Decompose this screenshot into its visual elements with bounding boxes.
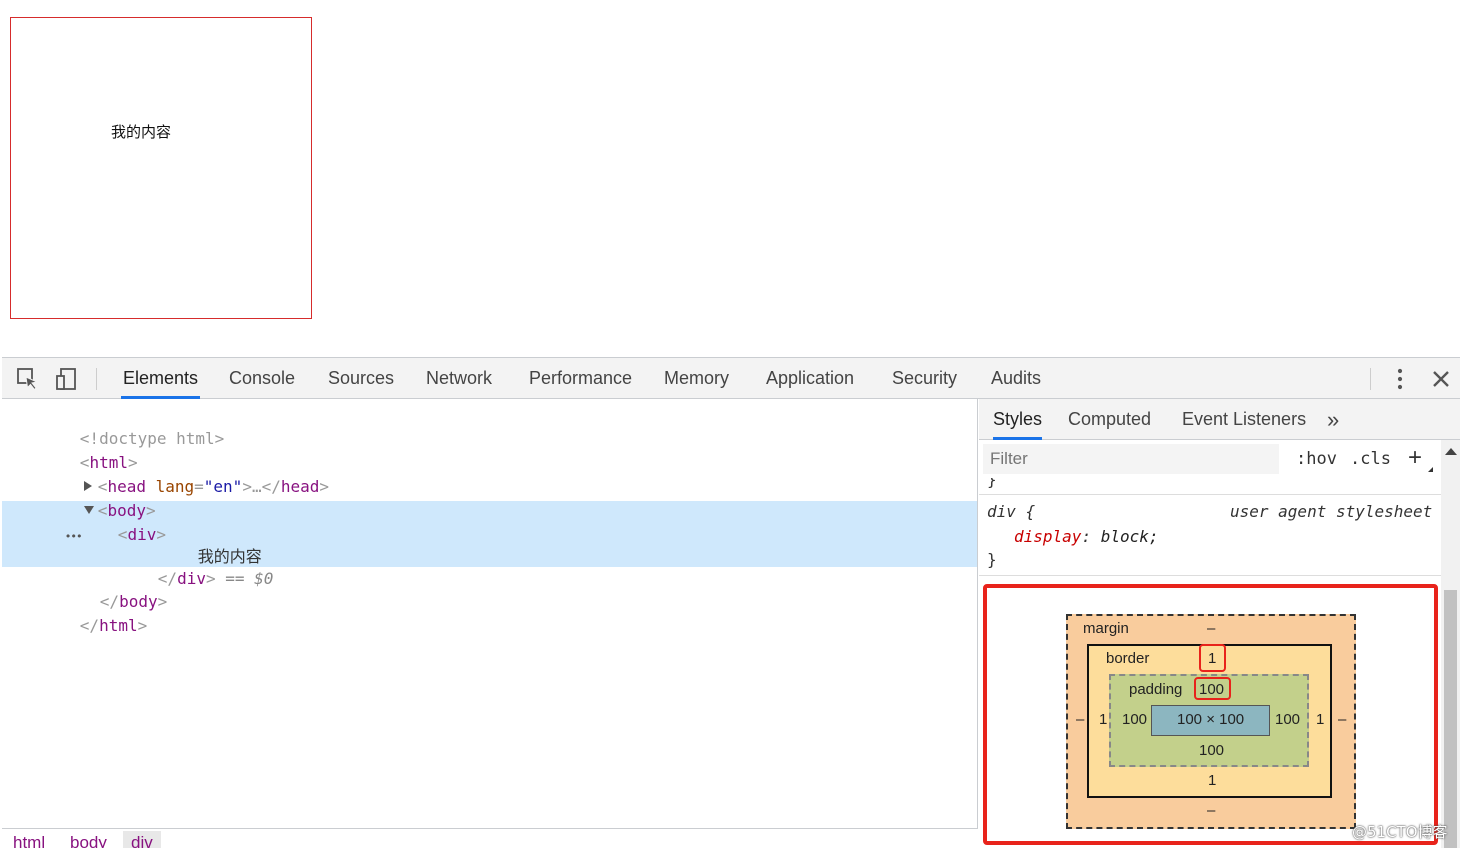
prev-rule-brace: }: [987, 478, 997, 489]
tab-audits[interactable]: Audits: [989, 358, 1043, 399]
close-icon[interactable]: [1428, 366, 1454, 392]
property-name[interactable]: display: [1014, 527, 1081, 546]
tab-security[interactable]: Security: [890, 358, 959, 399]
content-box: 我的内容: [10, 17, 312, 319]
head-attr-name: lang: [155, 477, 195, 496]
styles-scrollbar[interactable]: [1441, 440, 1460, 848]
scroll-up-arrow-icon[interactable]: [1445, 448, 1457, 455]
dom-doctype[interactable]: <!doctype html>: [22, 403, 225, 448]
devtools-window: Elements Console Sources Network Perform…: [2, 357, 1460, 848]
filter-input[interactable]: [983, 444, 1279, 474]
border-label: border: [1106, 650, 1150, 667]
tab-elements[interactable]: Elements: [121, 358, 201, 399]
head-close-tag: head: [280, 477, 320, 496]
border-left-value[interactable]: 1: [1099, 711, 1107, 728]
rule-source: user agent stylesheet: [1230, 502, 1433, 521]
tab-sources[interactable]: Sources: [326, 358, 396, 399]
border-top-value[interactable]: 1: [1208, 650, 1216, 667]
rule-declaration[interactable]: display: block;: [1014, 527, 1159, 546]
style-rule: } div { user agent stylesheet display: b…: [979, 478, 1441, 579]
dom-html-open[interactable]: <html>: [22, 427, 138, 472]
breadcrumb-body[interactable]: body: [62, 831, 115, 848]
html-close-tag: html: [99, 616, 138, 635]
dom-html-close[interactable]: </html>: [22, 590, 147, 635]
sidebar-tabs: Styles Computed Event Listeners »: [979, 399, 1460, 440]
breadcrumb-html[interactable]: html: [5, 831, 53, 848]
margin-top-value[interactable]: –: [1207, 620, 1215, 637]
tab-computed[interactable]: Computed: [1068, 399, 1151, 440]
padding-bottom-value[interactable]: 100: [1199, 742, 1224, 759]
tab-styles[interactable]: Styles: [993, 399, 1043, 440]
border-bottom-value[interactable]: 1: [1208, 772, 1216, 789]
dom-head[interactable]: <head lang="en">…</head>: [26, 451, 329, 496]
property-value[interactable]: block;: [1101, 527, 1159, 546]
padding-right-value[interactable]: 100: [1275, 711, 1300, 728]
toolbar-divider-right: [1370, 368, 1371, 390]
new-rule-corner-icon: [1428, 467, 1433, 472]
padding-label: padding: [1129, 681, 1183, 698]
dom-div-text[interactable]: 我的内容: [140, 521, 262, 566]
styles-sidebar: Styles Computed Event Listeners » :hov .…: [979, 399, 1460, 848]
watermark: @51CTO博客: [1352, 823, 1448, 841]
kebab-menu-icon[interactable]: [1387, 366, 1413, 392]
styles-filter-bar: :hov .cls +: [979, 440, 1441, 478]
devtools-toolbar: Elements Console Sources Network Perform…: [2, 358, 1460, 399]
padding-left-value[interactable]: 100: [1122, 711, 1147, 728]
dom-body-close[interactable]: </body>: [42, 566, 167, 611]
page-viewport: 我的内容: [0, 0, 1460, 357]
rule-selector[interactable]: div {: [987, 502, 1035, 521]
toolbar-divider: [96, 368, 97, 390]
class-toggle[interactable]: .cls: [1350, 449, 1391, 469]
div-close-tag: div: [177, 569, 206, 588]
padding-top-value[interactable]: 100: [1199, 681, 1224, 698]
scroll-thumb[interactable]: [1444, 590, 1457, 848]
margin-left-value[interactable]: –: [1076, 711, 1084, 728]
breadcrumb-div[interactable]: div: [123, 831, 161, 848]
margin-right-value[interactable]: –: [1338, 711, 1346, 728]
dom-div-close[interactable]: </div> == $0: [100, 543, 274, 588]
tab-application[interactable]: Application: [764, 358, 856, 399]
breadcrumb: html body div: [2, 828, 978, 848]
margin-label: margin: [1083, 620, 1129, 637]
border-right-value[interactable]: 1: [1316, 711, 1324, 728]
content-text: 我的内容: [111, 123, 172, 141]
tab-network[interactable]: Network: [424, 358, 494, 399]
more-tabs-icon[interactable]: »: [1327, 399, 1339, 440]
margin-bottom-value[interactable]: –: [1207, 802, 1215, 819]
head-attr-value: "en": [203, 477, 243, 496]
rule-close-brace: }: [987, 550, 997, 569]
tab-memory[interactable]: Memory: [662, 358, 731, 399]
hover-state-toggle[interactable]: :hov: [1296, 449, 1337, 469]
dom-body-open[interactable]: <body>: [26, 475, 156, 520]
content-size-value[interactable]: 100 × 100: [1177, 711, 1244, 728]
new-rule-plus-icon[interactable]: +: [1408, 444, 1422, 472]
tab-event-listeners[interactable]: Event Listeners: [1182, 399, 1306, 440]
device-toolbar-icon[interactable]: [55, 366, 81, 392]
selected-marker: == $0: [225, 569, 274, 588]
tab-console[interactable]: Console: [227, 358, 297, 399]
tab-performance[interactable]: Performance: [527, 358, 634, 399]
head-collapsed-ellipsis[interactable]: …: [252, 477, 262, 496]
dom-div-open[interactable]: <div>: [60, 499, 166, 544]
elements-panel: <!doctype html> <html> <head lang="en">……: [2, 399, 978, 848]
element-picker-icon[interactable]: [15, 366, 41, 392]
